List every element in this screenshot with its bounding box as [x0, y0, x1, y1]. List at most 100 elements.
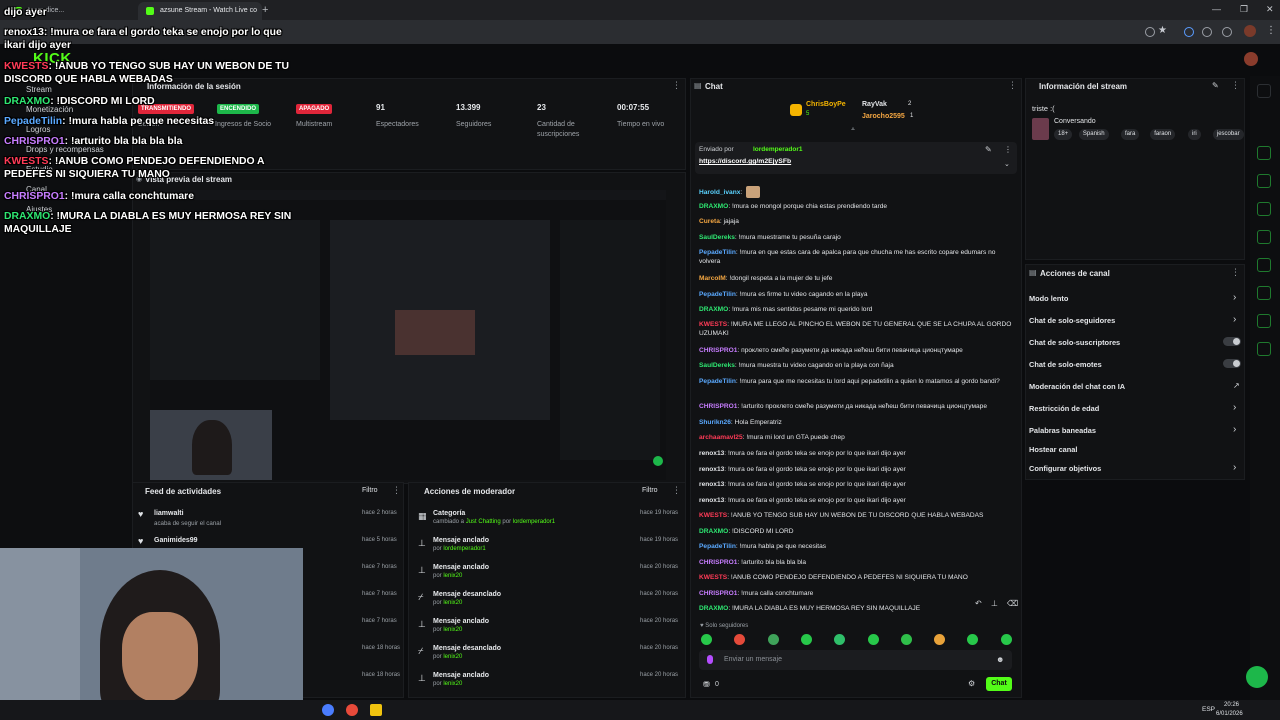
chat-username[interactable]: KWESTS: [699, 574, 727, 581]
tag-chip[interactable]: fara: [1121, 129, 1140, 140]
close-button[interactable]: ✕: [1266, 4, 1274, 15]
emote-icon[interactable]: [900, 634, 912, 645]
chat-username[interactable]: renox13: [699, 481, 724, 488]
delete-icon[interactable]: ⌫: [1007, 599, 1018, 608]
chat-username[interactable]: KWESTS: [699, 321, 727, 328]
edit-icon[interactable]: ✎: [1212, 81, 1219, 90]
taskbar-app-icon[interactable]: [346, 704, 358, 716]
chevron-right-icon[interactable]: ›: [1233, 314, 1236, 325]
tag-chip[interactable]: iri: [1188, 129, 1201, 140]
panel-menu-icon[interactable]: ⋮: [672, 485, 681, 496]
maximize-button[interactable]: ❐: [1240, 4, 1248, 15]
emote-icon[interactable]: [867, 634, 879, 645]
chat-username[interactable]: DRAXMO: [699, 528, 728, 535]
channel-action-item[interactable]: Restricción de edad: [1029, 404, 1099, 413]
toggle-switch[interactable]: [1223, 337, 1241, 346]
tag-chip[interactable]: Spanish: [1078, 129, 1109, 140]
profile-avatar[interactable]: [1244, 25, 1256, 37]
toggle-switch[interactable]: [1223, 359, 1241, 368]
external-link-icon[interactable]: ↗: [1233, 381, 1240, 390]
chat-username[interactable]: Cureta: [699, 218, 720, 225]
mod-action-user[interactable]: lenix20: [443, 681, 462, 687]
chevron-right-icon[interactable]: ›: [1233, 292, 1236, 303]
info-icon[interactable]: [1257, 84, 1271, 98]
chat-username[interactable]: Harold_ivanx: [699, 189, 740, 196]
chat-username[interactable]: PepadeTilin: [699, 291, 736, 298]
tag-chip[interactable]: jescobar: [1212, 129, 1244, 140]
chat-username[interactable]: SaulDereks: [699, 362, 735, 369]
chat-bubble-icon[interactable]: [1257, 230, 1271, 244]
filter-button[interactable]: Filtro: [362, 487, 378, 494]
chat-username[interactable]: archaamavl25: [699, 434, 743, 441]
reply-icon[interactable]: ↶: [975, 599, 982, 608]
chat-username[interactable]: CHRISPRO1: [699, 590, 737, 597]
panel-menu-icon[interactable]: ⋮: [1008, 80, 1017, 91]
channel-action-item[interactable]: Palabras baneadas: [1029, 426, 1096, 435]
chevron-down-icon[interactable]: ⌄: [1004, 160, 1010, 168]
wrench-icon[interactable]: [1257, 314, 1271, 328]
taskbar-app-icon[interactable]: [322, 704, 334, 716]
pin-message-icon[interactable]: ⊥: [991, 599, 998, 608]
filter-button[interactable]: Filtro: [642, 487, 658, 494]
channel-action-item[interactable]: Modo lento: [1029, 294, 1068, 303]
channel-action-item[interactable]: Chat de solo-emotes: [1029, 360, 1102, 369]
menu-dots-icon[interactable]: ⋮: [1266, 25, 1276, 36]
document-icon[interactable]: [1257, 202, 1271, 216]
chat-username[interactable]: KWESTS: [699, 512, 727, 519]
mod-action-user[interactable]: lenix20: [443, 654, 462, 660]
input-language[interactable]: ESP: [1202, 706, 1215, 713]
chat-username[interactable]: MarcoIM: [699, 275, 726, 282]
chat-username[interactable]: CHRISPRO1: [699, 347, 737, 354]
chat-username[interactable]: PepadeTilin: [699, 378, 736, 385]
chat-username[interactable]: DRAXMO: [699, 605, 728, 612]
bookmark-star-icon[interactable]: ★: [1158, 25, 1167, 36]
code-icon[interactable]: [1257, 258, 1271, 272]
puzzle-icon[interactable]: [1257, 342, 1271, 356]
panel-menu-icon[interactable]: ⋮: [1231, 267, 1240, 278]
downloads-icon[interactable]: [1222, 27, 1232, 37]
mod-action-user[interactable]: lenix20: [443, 627, 462, 633]
emote-icon[interactable]: [1000, 634, 1012, 645]
user-avatar[interactable]: [1244, 52, 1258, 66]
channel-action-item[interactable]: Hostear canal: [1029, 445, 1077, 454]
chat-username[interactable]: SaulDereks: [699, 234, 735, 241]
channel-action-item[interactable]: Configurar objetivos: [1029, 464, 1101, 473]
top-gifter-name[interactable]: RayVak: [862, 101, 887, 108]
emote-icon[interactable]: [767, 634, 779, 645]
pinned-link[interactable]: https://discord.gg/m2EjySFb: [699, 158, 791, 165]
panel-menu-icon[interactable]: ⋮: [392, 485, 401, 496]
chevron-right-icon[interactable]: ›: [1233, 424, 1236, 435]
chevron-right-icon[interactable]: ›: [1233, 462, 1236, 473]
mod-action-user[interactable]: lenix20: [443, 573, 462, 579]
channel-action-item[interactable]: Moderación del chat con IA: [1029, 382, 1125, 391]
taskbar-app-icon[interactable]: [370, 704, 382, 716]
emote-icon[interactable]: [800, 634, 812, 645]
mod-action-user[interactable]: lenix20: [443, 600, 462, 606]
chevron-right-icon[interactable]: ›: [1233, 402, 1236, 413]
pin-icon[interactable]: ✎: [985, 145, 992, 154]
chat-username[interactable]: renox13: [699, 497, 724, 504]
minimize-button[interactable]: —: [1212, 4, 1221, 14]
whatsapp-icon[interactable]: [1246, 666, 1268, 688]
menu-dots-icon[interactable]: ⋮: [1004, 145, 1012, 154]
chat-username[interactable]: PepadeTilin: [699, 249, 736, 256]
tag-chip[interactable]: faraon: [1150, 129, 1176, 140]
emoji-icon[interactable]: ☻: [996, 655, 1004, 664]
sidebar-item-stream[interactable]: Stream: [26, 85, 52, 94]
chat-username[interactable]: CHRISPRO1: [699, 559, 737, 566]
extension-icon[interactable]: [1202, 27, 1212, 37]
bolt-icon[interactable]: [1257, 174, 1271, 188]
mod-action-user[interactable]: lordemperador1: [443, 546, 485, 552]
extension-icon[interactable]: [1145, 27, 1155, 37]
chat-username[interactable]: DRAXMO: [699, 306, 728, 313]
chat-settings-icon[interactable]: ⚙: [968, 679, 975, 688]
chat-username[interactable]: DRAXMO: [699, 203, 728, 210]
pinned-user[interactable]: lordemperador1: [753, 146, 803, 153]
extension-icon[interactable]: [1184, 27, 1194, 37]
tag-chip[interactable]: 18+: [1054, 129, 1073, 140]
layers-icon[interactable]: [1257, 286, 1271, 300]
send-chat-button[interactable]: Chat: [986, 677, 1012, 691]
channel-action-item[interactable]: Chat de solo-suscriptores: [1029, 338, 1120, 347]
emote-icon[interactable]: [701, 634, 712, 645]
panel-menu-icon[interactable]: ⋮: [1231, 80, 1240, 91]
